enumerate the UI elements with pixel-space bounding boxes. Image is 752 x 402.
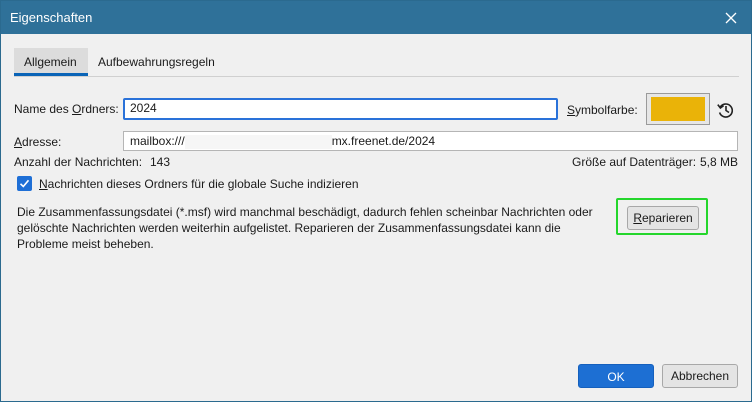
address-field: mailbox:/// mx.freenet.de/2024 bbox=[123, 131, 738, 151]
ok-button[interactable]: OK bbox=[578, 364, 654, 388]
tab-divider bbox=[14, 76, 739, 77]
repair-button[interactable]: Reparieren bbox=[627, 206, 699, 230]
tab-allgemein[interactable]: Allgemein bbox=[14, 48, 88, 76]
checkmark-icon bbox=[19, 179, 30, 188]
cancel-button[interactable]: Abbrechen bbox=[662, 364, 738, 388]
disk-size-label: Größe auf Datenträger: bbox=[572, 155, 697, 169]
symbol-color-button[interactable] bbox=[646, 93, 710, 125]
reset-color-icon[interactable] bbox=[715, 99, 737, 121]
address-value-suffix: mx.freenet.de/2024 bbox=[331, 134, 436, 148]
address-label: Adresse: bbox=[14, 135, 62, 149]
window-title: Eigenschaften bbox=[10, 10, 93, 25]
symbol-color-fill bbox=[651, 97, 705, 121]
message-count-value: 143 bbox=[150, 155, 171, 169]
index-checkbox[interactable] bbox=[17, 176, 32, 191]
repair-description: Die Zusammenfassungsdatei (*.msf) wird m… bbox=[17, 205, 593, 251]
close-icon bbox=[725, 12, 737, 23]
disk-size-value: 5,8 MB bbox=[700, 155, 739, 169]
folder-name-input[interactable]: 2024 bbox=[123, 98, 558, 120]
symbol-color-label: Symbolfarbe: bbox=[567, 103, 638, 117]
folder-name-label: Name des Ordners: bbox=[14, 102, 119, 116]
title-bar: Eigenschaften bbox=[1, 1, 751, 34]
tab-aufbewahrungsregeln[interactable]: Aufbewahrungsregeln bbox=[88, 48, 228, 76]
message-count-label: Anzahl der Nachrichten: bbox=[14, 155, 143, 169]
address-value-prefix: mailbox:/// bbox=[130, 134, 185, 148]
properties-dialog: Eigenschaften Allgemein Aufbewahrungsreg… bbox=[0, 0, 752, 402]
redacted-segment bbox=[184, 134, 332, 149]
index-checkbox-label[interactable]: Nachrichten dieses Ordners für die globa… bbox=[39, 177, 359, 191]
close-button[interactable] bbox=[711, 1, 751, 34]
